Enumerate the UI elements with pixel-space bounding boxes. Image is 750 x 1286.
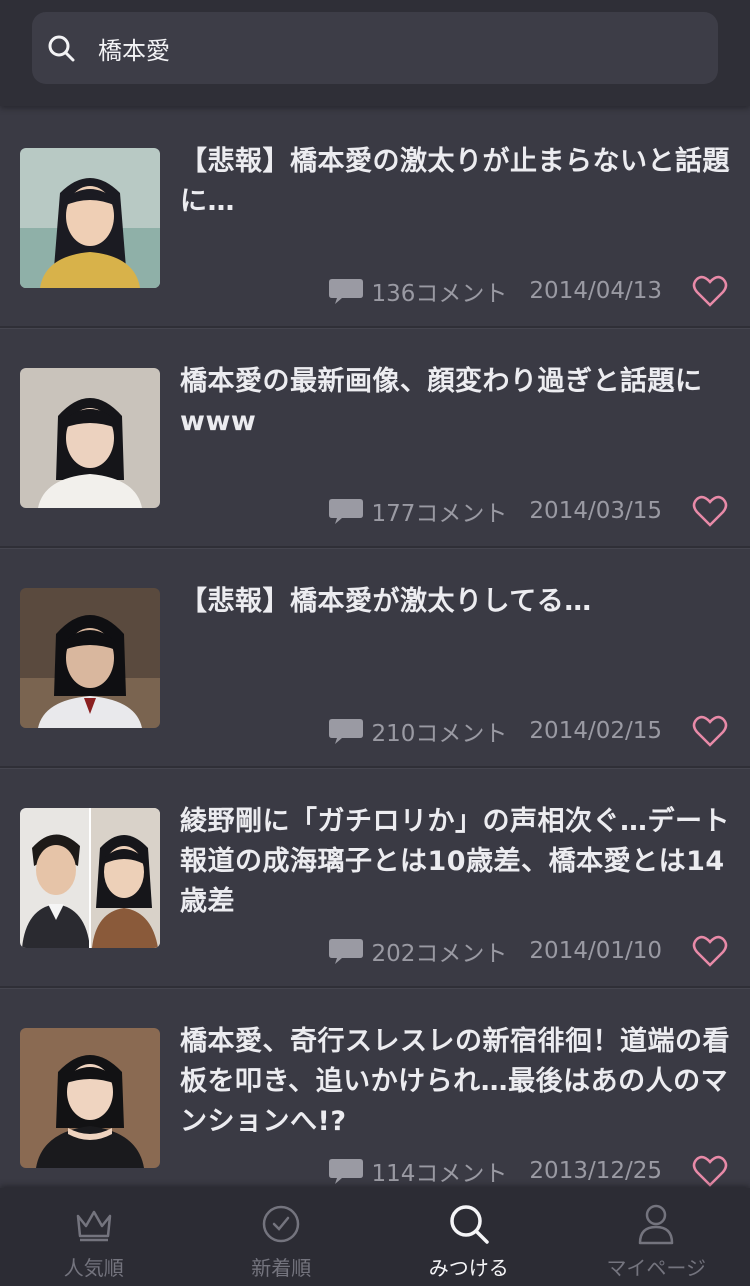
article-title[interactable]: 綾野剛に「ガチロリか」の声相次ぐ…デート報道の成海璃子とは10歳差、橋本愛とは1… bbox=[180, 802, 730, 922]
comment-icon bbox=[328, 279, 363, 304]
comment-count: 177コメント bbox=[371, 501, 508, 527]
tab-bar: 人気順 新着順 みつける マイページ bbox=[0, 1188, 750, 1286]
comment-icon bbox=[328, 499, 363, 524]
article-meta: 136コメント 2014/04/13 bbox=[328, 274, 662, 308]
article-thumbnail[interactable] bbox=[20, 808, 160, 948]
search-icon bbox=[450, 1205, 489, 1244]
article-meta: 202コメント 2014/01/10 bbox=[328, 934, 662, 968]
article-title[interactable]: 橋本愛、奇行スレスレの新宿徘徊！道端の看板を叩き、追いかけられ…最後はあの人のマ… bbox=[180, 1022, 730, 1142]
clock-icon bbox=[263, 1205, 300, 1243]
crown-icon bbox=[76, 1210, 111, 1242]
tab-mypage[interactable]: マイページ bbox=[563, 1188, 750, 1286]
heart-icon[interactable] bbox=[692, 934, 728, 968]
tab-ranking[interactable]: 人気順 bbox=[0, 1188, 188, 1286]
heart-icon[interactable] bbox=[692, 494, 728, 528]
article-item[interactable]: 橋本愛、奇行スレスレの新宿徘徊！道端の看板を叩き、追いかけられ…最後はあの人のマ… bbox=[0, 986, 750, 1188]
article-date: 2014/03/15 bbox=[529, 498, 662, 524]
search-bar[interactable] bbox=[32, 12, 718, 84]
comment-count: 210コメント bbox=[371, 721, 508, 747]
article-item[interactable]: 綾野剛に「ガチロリか」の声相次ぐ…デート報道の成海璃子とは10歳差、橋本愛とは1… bbox=[0, 766, 750, 988]
article-date: 2013/12/25 bbox=[529, 1158, 662, 1184]
heart-icon[interactable] bbox=[692, 274, 728, 308]
article-meta: 114コメント 2013/12/25 bbox=[328, 1154, 662, 1188]
heart-icon[interactable] bbox=[692, 714, 728, 748]
search-icon bbox=[44, 31, 78, 65]
article-title[interactable]: 【悲報】橋本愛の激太りが止まらないと話題に… bbox=[180, 142, 730, 222]
article-item[interactable]: 【悲報】橋本愛の激太りが止まらないと話題に… 136コメント 2014/04/1… bbox=[0, 106, 750, 328]
article-thumbnail[interactable] bbox=[20, 1028, 160, 1168]
article-date: 2014/02/15 bbox=[529, 718, 662, 744]
tab-label: 新着順 bbox=[251, 1256, 312, 1280]
tab-label: 人気順 bbox=[63, 1256, 124, 1280]
article-thumbnail[interactable] bbox=[20, 368, 160, 508]
comment-count: 136コメント bbox=[371, 281, 508, 307]
search-input[interactable] bbox=[96, 33, 660, 63]
article-title[interactable]: 【悲報】橋本愛が激太りしてる… bbox=[180, 582, 730, 622]
comment-icon bbox=[328, 1159, 363, 1184]
article-date: 2014/04/13 bbox=[529, 278, 662, 304]
header bbox=[0, 0, 750, 106]
tab-label: みつける bbox=[428, 1256, 509, 1280]
comment-icon bbox=[328, 939, 363, 964]
article-meta: 177コメント 2014/03/15 bbox=[328, 494, 662, 528]
article-thumbnail[interactable] bbox=[20, 148, 160, 288]
article-title[interactable]: 橋本愛の最新画像、顔変わり過ぎと話題にwww bbox=[180, 362, 730, 442]
tab-search[interactable]: みつける bbox=[375, 1188, 563, 1286]
article-item[interactable]: 【悲報】橋本愛が激太りしてる… 210コメント 2014/02/15 bbox=[0, 546, 750, 768]
heart-icon[interactable] bbox=[692, 1154, 728, 1188]
article-item[interactable]: 橋本愛の最新画像、顔変わり過ぎと話題にwww 177コメント 2014/03/1… bbox=[0, 326, 750, 548]
tab-label: マイページ bbox=[606, 1256, 707, 1280]
comment-count: 114コメント bbox=[371, 1161, 508, 1187]
comment-count: 202コメント bbox=[371, 941, 508, 967]
article-date: 2014/01/10 bbox=[529, 938, 662, 964]
tab-new[interactable]: 新着順 bbox=[188, 1188, 376, 1286]
article-thumbnail[interactable] bbox=[20, 588, 160, 728]
person-icon bbox=[639, 1204, 674, 1245]
article-list: 【悲報】橋本愛の激太りが止まらないと話題に… 136コメント 2014/04/1… bbox=[0, 106, 750, 1188]
comment-icon bbox=[328, 719, 363, 744]
article-meta: 210コメント 2014/02/15 bbox=[328, 714, 662, 748]
